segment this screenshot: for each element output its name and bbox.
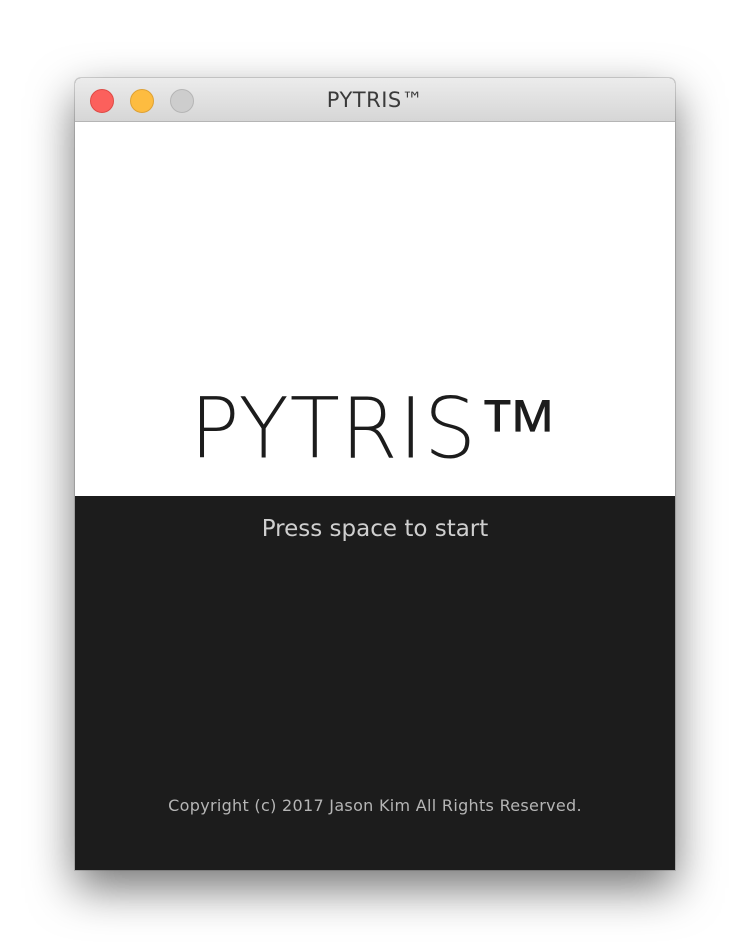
game-logo: PYTRIS™ bbox=[189, 381, 561, 478]
start-panel: Press space to start Copyright (c) 2017 … bbox=[75, 496, 675, 870]
copyright-notice: Copyright (c) 2017 Jason Kim All Rights … bbox=[168, 796, 582, 815]
window-title: PYTRIS™ bbox=[326, 88, 424, 112]
start-prompt: Press space to start bbox=[261, 516, 489, 542]
title-bar[interactable]: PYTRIS™ bbox=[75, 78, 675, 122]
app-window: PYTRIS™ PYTRIS™ Press space to start Cop… bbox=[75, 78, 675, 870]
